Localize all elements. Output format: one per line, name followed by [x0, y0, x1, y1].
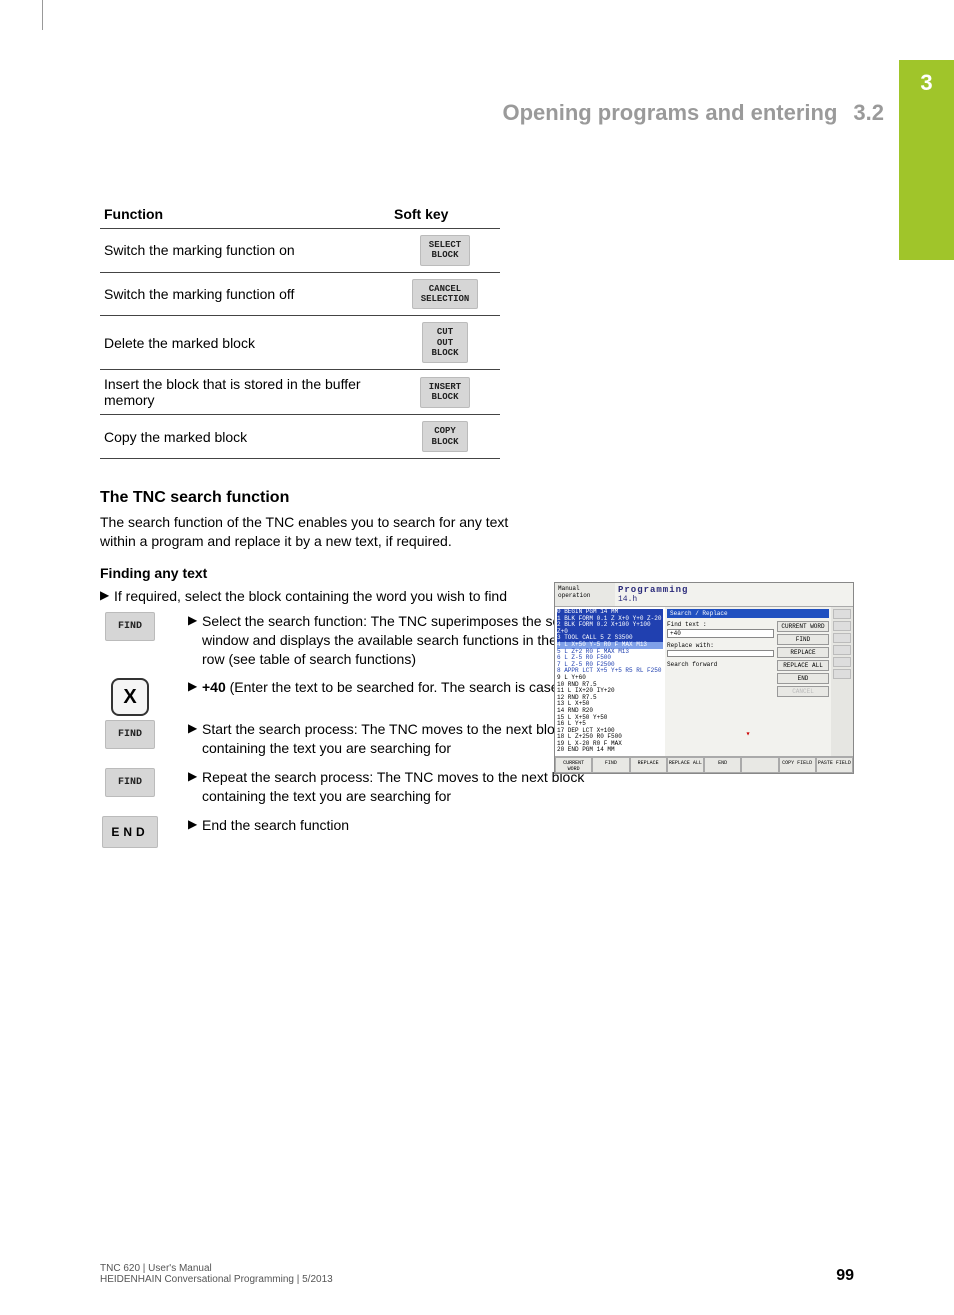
- ss-side-btn: [833, 609, 851, 619]
- arrow-icon: ▶: [188, 678, 202, 694]
- ss-dlgbtn: REPLACE: [777, 647, 829, 658]
- table-col1-header: Function: [100, 200, 390, 229]
- func-desc: Switch the marking function off: [100, 272, 390, 316]
- softkey-cancel-selection: CANCEL SELECTION: [412, 279, 479, 310]
- find-softkey-icon: FIND: [105, 612, 155, 641]
- ss-dlgbtn: CANCEL: [777, 686, 829, 697]
- table-row: Copy the marked block COPY BLOCK: [100, 415, 500, 459]
- step-initial-text: If required, select the block containing…: [114, 587, 507, 606]
- finding-any-text-heading: Finding any text: [100, 565, 854, 581]
- ss-bottomkey: END: [704, 757, 741, 773]
- ss-bottomkey: REPLACE ALL: [667, 757, 704, 773]
- ss-bottomkey: REPLACE: [630, 757, 667, 773]
- tnc-screenshot: Manual operation Programming 14.h 0 BEGI…: [554, 582, 854, 774]
- ss-file: 14.h: [618, 595, 850, 604]
- ss-find-label: Find text :: [667, 621, 774, 628]
- ss-find-value: +40: [667, 629, 774, 638]
- step-end-search: END ▶ End the search function: [100, 816, 854, 848]
- content-area: Function Soft key Switch the marking fun…: [100, 200, 854, 852]
- ss-side-btn: [833, 657, 851, 667]
- arrow-icon: ▶: [188, 768, 202, 784]
- search-function-heading: The TNC search function: [100, 489, 854, 507]
- ss-dlgbtn: END: [777, 673, 829, 684]
- func-desc: Switch the marking function on: [100, 229, 390, 273]
- ss-replace-label: Replace with:: [667, 642, 774, 649]
- softkey-copy-block: COPY BLOCK: [422, 421, 467, 452]
- ss-mode: Manual operation: [555, 583, 615, 606]
- table-row: Switch the marking function on SELECT BL…: [100, 229, 500, 273]
- chapter-tab: 3: [899, 60, 954, 260]
- func-desc: Insert the block that is stored in the b…: [100, 370, 390, 415]
- search-function-intro: The search function of the TNC enables y…: [100, 513, 540, 551]
- page-header: Opening programs and entering 3.2: [100, 100, 884, 126]
- footer-line1: TNC 620 | User's Manual: [100, 1263, 333, 1274]
- ss-side-btn: [833, 633, 851, 643]
- ss-bottomkey: PASTE FIELD: [816, 757, 853, 773]
- find-softkey-icon: FIND: [105, 768, 155, 797]
- page-footer: TNC 620 | User's Manual HEIDENHAIN Conve…: [100, 1263, 854, 1285]
- ss-dlgbtn: CURRENT WORD: [777, 621, 829, 632]
- step-text: End the search function: [202, 816, 349, 835]
- table-row: Delete the marked block CUT OUT BLOCK: [100, 316, 500, 370]
- arrow-icon: ▶: [188, 816, 202, 832]
- table-row: Switch the marking function off CANCEL S…: [100, 272, 500, 316]
- ss-bottomkey: FIND: [592, 757, 629, 773]
- chapter-number: 3: [899, 60, 954, 96]
- ss-prog-line: 20 END PGM 14 MM: [557, 747, 663, 754]
- arrow-icon: ▶: [188, 720, 202, 736]
- header-title: Opening programs and entering: [502, 100, 837, 126]
- ss-bottomkey: CURRENT WORD: [555, 757, 592, 773]
- ss-side-btn: [833, 621, 851, 631]
- softkey-insert-block: INSERT BLOCK: [420, 377, 470, 408]
- page-number: 99: [836, 1267, 854, 1285]
- ss-side-btn: [833, 669, 851, 679]
- ss-dlgbtn: REPLACE ALL: [777, 660, 829, 671]
- arrow-icon: ▶: [100, 587, 114, 603]
- func-desc: Copy the marked block: [100, 415, 390, 459]
- ss-side-btn: [833, 645, 851, 655]
- step-repeat-search: FIND ▶ Repeat the search process: The TN…: [100, 768, 854, 812]
- axis-x-key-icon: X: [111, 678, 149, 716]
- arrow-icon: ▶: [188, 612, 202, 628]
- ss-bottomkey: [741, 757, 778, 773]
- func-desc: Delete the marked block: [100, 316, 390, 370]
- footer-line2: HEIDENHAIN Conversational Programming | …: [100, 1274, 333, 1285]
- ss-cursor-icon: ▾: [667, 729, 829, 739]
- table-row: Insert the block that is stored in the b…: [100, 370, 500, 415]
- find-softkey-icon: FIND: [105, 720, 155, 749]
- end-key-icon: END: [102, 816, 157, 848]
- left-margin-rule: [42, 0, 43, 30]
- softkey-select-block: SELECT BLOCK: [420, 235, 470, 266]
- ss-replace-input: [667, 650, 774, 657]
- ss-searchforward: Search forward: [667, 661, 774, 668]
- step-bold: +40: [202, 679, 226, 695]
- header-section: 3.2: [853, 100, 884, 126]
- ss-bottomkey: COPY FIELD: [779, 757, 816, 773]
- softkey-cut-out-block: CUT OUT BLOCK: [422, 322, 467, 363]
- ss-dialog-title: Search / Replace: [667, 609, 829, 618]
- ss-dlgbtn: FIND: [777, 634, 829, 645]
- table-col2-header: Soft key: [390, 200, 500, 229]
- function-table: Function Soft key Switch the marking fun…: [100, 200, 500, 459]
- ss-title: Programming: [618, 585, 850, 595]
